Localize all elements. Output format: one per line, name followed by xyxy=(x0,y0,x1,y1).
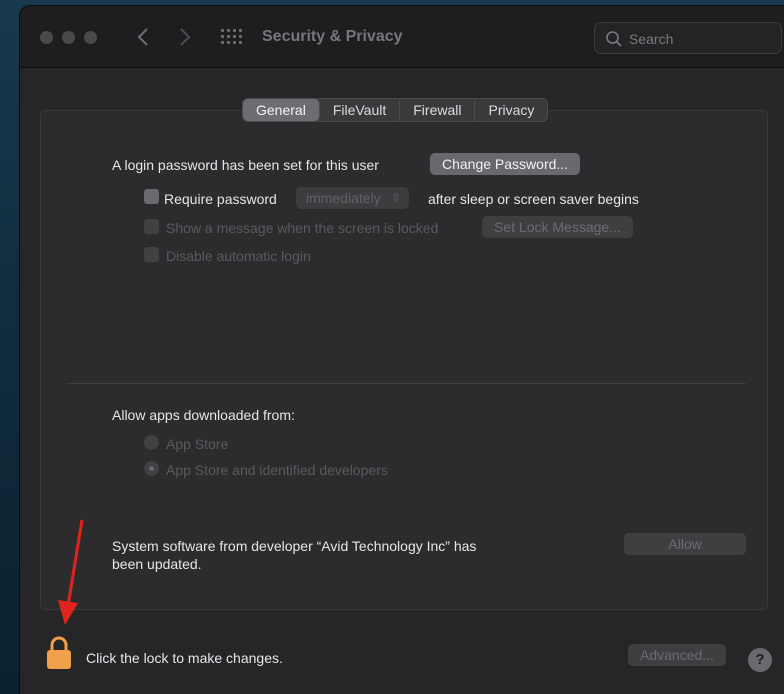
change-password-button[interactable]: Change Password... xyxy=(430,153,581,175)
search-icon xyxy=(606,31,622,47)
login-password-text: A login password has been set for this u… xyxy=(112,157,379,173)
allow-apps-heading: Allow apps downloaded from: xyxy=(112,407,295,423)
title-bar: Security & Privacy Search xyxy=(20,6,784,68)
lock-button[interactable] xyxy=(46,636,72,670)
tab-bar: General FileVault Firewall Privacy xyxy=(242,98,549,122)
show-all-button[interactable] xyxy=(220,27,242,47)
close-window-button[interactable] xyxy=(40,31,53,44)
advanced-button[interactable]: Advanced... xyxy=(628,644,726,666)
lock-hint-text: Click the lock to make changes. xyxy=(86,650,283,666)
show-message-checkbox[interactable] xyxy=(144,219,159,234)
tab-firewall[interactable]: Firewall xyxy=(400,99,476,121)
radio-identified-developers[interactable] xyxy=(144,461,159,476)
tab-filevault[interactable]: FileVault xyxy=(320,99,401,121)
back-button[interactable] xyxy=(132,24,154,50)
disable-auto-login-label: Disable automatic login xyxy=(166,248,311,264)
require-password-label: Require password xyxy=(164,191,277,207)
zoom-window-button[interactable] xyxy=(84,31,97,44)
radio-app-store[interactable] xyxy=(144,435,159,450)
help-button[interactable]: ? xyxy=(748,648,772,672)
after-sleep-text: after sleep or screen saver begins xyxy=(428,191,639,207)
system-software-line2: been updated. xyxy=(112,556,202,572)
forward-button[interactable] xyxy=(174,24,196,50)
up-down-chevron-icon: ⇳ xyxy=(391,192,401,204)
tab-general[interactable]: General xyxy=(243,99,320,121)
security-privacy-window: Security & Privacy Search General FileVa… xyxy=(20,6,784,694)
chevron-left-icon xyxy=(137,28,148,46)
section-divider xyxy=(66,383,746,384)
radio-app-store-label: App Store xyxy=(166,436,229,452)
require-password-delay-value: immediately xyxy=(306,190,381,206)
show-message-label: Show a message when the screen is locked xyxy=(166,220,439,236)
require-password-delay-popup[interactable]: immediately ⇳ xyxy=(296,187,409,209)
minimize-window-button[interactable] xyxy=(62,31,75,44)
window-title: Security & Privacy xyxy=(262,28,403,45)
tab-privacy[interactable]: Privacy xyxy=(475,99,547,121)
disable-auto-login-checkbox[interactable] xyxy=(144,247,159,262)
allow-button[interactable]: Allow xyxy=(624,533,746,555)
system-software-line1: System software from developer “Avid Tec… xyxy=(112,538,477,554)
set-lock-message-button[interactable]: Set Lock Message... xyxy=(482,216,633,238)
search-field[interactable]: Search xyxy=(594,22,782,54)
require-password-checkbox[interactable] xyxy=(144,189,159,204)
radio-identified-developers-label: App Store and identified developers xyxy=(166,462,388,478)
chevron-right-icon xyxy=(180,28,191,46)
lock-icon xyxy=(47,636,71,669)
search-placeholder: Search xyxy=(629,31,674,47)
